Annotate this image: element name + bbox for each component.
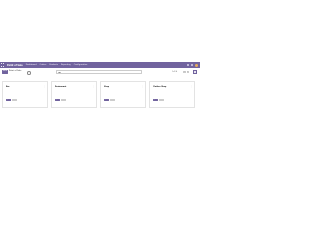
kanban-card[interactable]: Shop ⋮ Open [100, 81, 146, 108]
kanban-area: Bar ⋮ Open Restaurant ⋮ Open Shop ⋮ Open… [0, 76, 200, 110]
user-avatar[interactable] [195, 63, 198, 67]
kebab-icon[interactable]: ⋮ [92, 86, 94, 88]
open-button[interactable]: Open [6, 98, 11, 102]
pager-prev-button[interactable]: ‹ [183, 70, 186, 74]
nav-menu-products[interactable]: Products [49, 64, 58, 66]
nav-menu-orders[interactable]: Orders [40, 64, 47, 66]
screen: Point of Sale Dashboard Orders Products … [0, 0, 200, 200]
nav-menu-reporting[interactable]: Reporting [61, 64, 71, 66]
kanban-view-icon[interactable] [193, 70, 197, 74]
kebab-icon[interactable]: ⋮ [190, 86, 192, 88]
stat-row [123, 103, 145, 105]
kanban-card[interactable]: Bar ⋮ Open [2, 81, 48, 108]
search-placeholder: Search... [60, 71, 67, 73]
stat-row [74, 103, 96, 105]
card-stats [123, 99, 145, 105]
open-button[interactable]: Open [104, 98, 109, 102]
secondary-button[interactable] [12, 98, 17, 102]
card-title[interactable]: Restaurant [55, 86, 66, 88]
card-title[interactable]: Shop [104, 86, 109, 88]
secondary-button[interactable] [61, 98, 66, 102]
nav-menu-configuration[interactable]: Configuration [74, 64, 88, 66]
card-title[interactable]: Bar [6, 86, 9, 88]
stat-row [25, 103, 47, 105]
pager-value[interactable]: 1-4 / 4 [172, 71, 177, 74]
kanban-card[interactable]: Clothes Shop ⋮ Open [149, 81, 195, 108]
card-stats [172, 99, 194, 105]
app-brand[interactable]: Point of Sale [7, 64, 23, 67]
kanban-card[interactable]: Restaurant ⋮ Open [51, 81, 97, 108]
search-icon [57, 71, 61, 73]
activity-icon[interactable] [191, 64, 193, 66]
gear-icon[interactable] [27, 71, 31, 75]
apps-grid-icon[interactable] [1, 63, 5, 67]
navbar-right [187, 63, 198, 67]
open-button[interactable]: Open [55, 98, 60, 102]
kebab-icon[interactable]: ⋮ [43, 86, 45, 88]
new-button[interactable]: New [2, 70, 8, 74]
card-stats [74, 99, 96, 105]
card-title[interactable]: Clothes Shop [153, 86, 166, 88]
card-stats [25, 99, 47, 105]
chat-icon[interactable] [187, 64, 189, 66]
nav-menu-dashboard[interactable]: Dashboard [26, 64, 37, 66]
search-input[interactable]: Search... [56, 70, 142, 74]
open-button[interactable]: Open [153, 98, 158, 102]
secondary-button[interactable] [159, 98, 164, 102]
pager-next-button[interactable]: › [186, 70, 190, 74]
breadcrumb: Point of Sale [9, 70, 22, 73]
secondary-button[interactable] [110, 98, 115, 102]
stat-row [172, 103, 194, 105]
kebab-icon[interactable]: ⋮ [141, 86, 143, 88]
